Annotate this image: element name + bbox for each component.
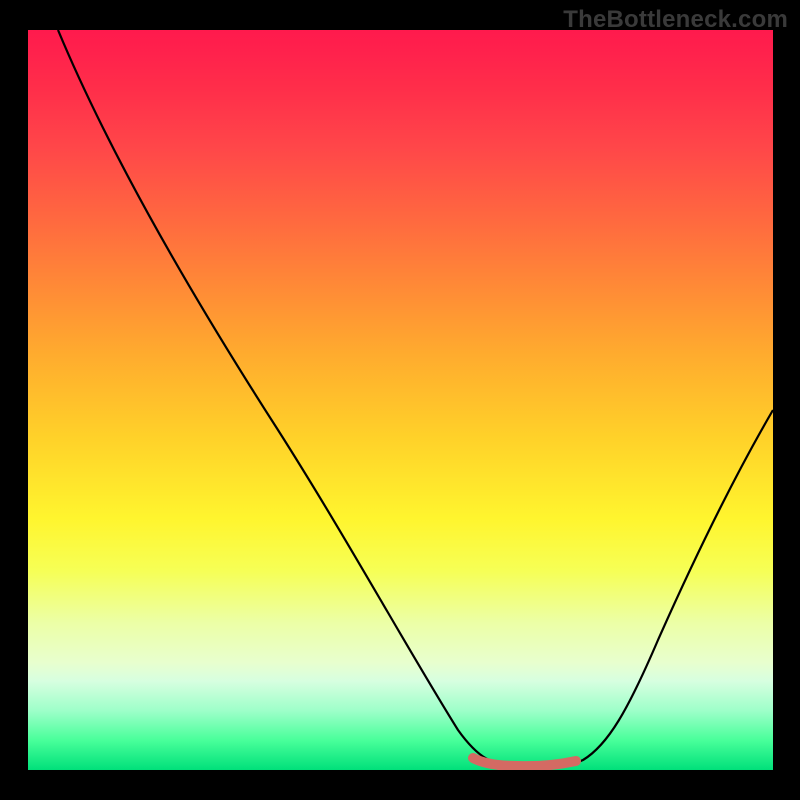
curve-path [58,30,773,766]
chart-frame: TheBottleneck.com [0,0,800,800]
bottleneck-curve [28,30,773,770]
optimum-marker [473,758,576,766]
watermark-text: TheBottleneck.com [563,6,788,34]
plot-area [28,30,773,770]
